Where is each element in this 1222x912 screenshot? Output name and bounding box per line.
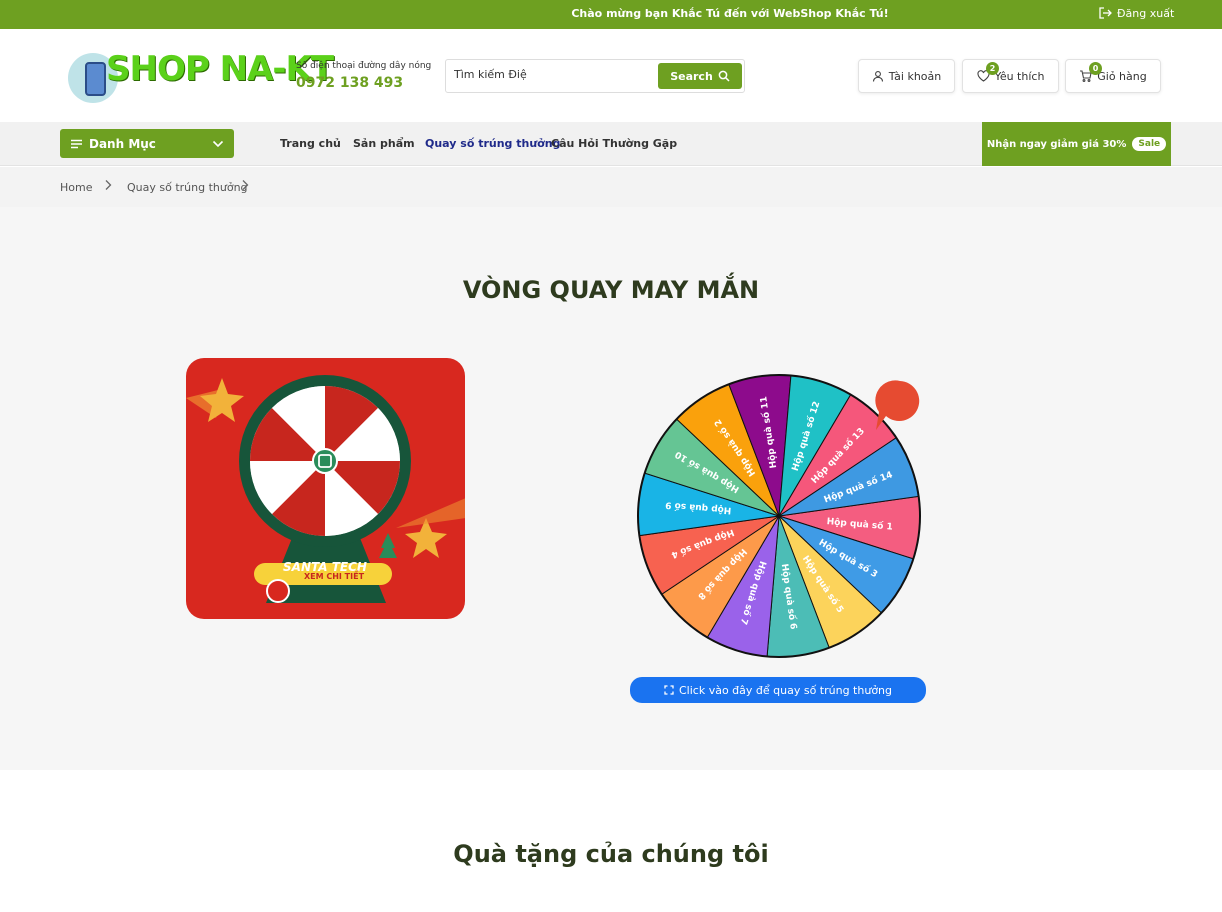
breadcrumb: Home Quay số trúng thưởng <box>0 167 1222 207</box>
cart-label: Giỏ hàng <box>1097 69 1147 83</box>
wishlist-count-badge: 2 <box>986 62 999 75</box>
search-box: Search <box>445 59 745 93</box>
cart-count-badge: 0 <box>1089 62 1102 75</box>
promo-card-illustration: SANTA TECH XEM CHI TIẾT <box>186 375 465 603</box>
welcome-message: Chào mừng bạn Khắc Tú đến với WebShop Kh… <box>571 7 889 20</box>
spin-button-label: Click vào đây để quay số trúng thưởng <box>678 683 893 697</box>
nav-item-lucky-draw[interactable]: Quay số trúng thưởng <box>425 137 560 150</box>
search-button-label: Search <box>670 69 713 83</box>
logo[interactable]: SHOP NA-KT <box>68 49 334 105</box>
logout-icon <box>1099 7 1112 19</box>
chevron-right-icon <box>241 179 249 194</box>
category-dropdown-button[interactable]: Danh Mục <box>60 129 234 158</box>
hotline: Số điện thoại đường dây nóng 0972 138 49… <box>296 61 431 91</box>
nav-item-faq[interactable]: Câu Hỏi Thường Gặp <box>551 137 677 150</box>
section-title: VÒNG QUAY MAY MẮN <box>462 276 760 304</box>
cart-button[interactable]: Giỏ hàng 0 <box>1065 59 1161 93</box>
nav-item-home[interactable]: Trang chủ <box>280 137 341 150</box>
chevron-right-icon <box>104 179 112 194</box>
wishlist-button[interactable]: Yêu thích 2 <box>962 59 1059 93</box>
account-button[interactable]: Tài khoản <box>858 59 955 93</box>
breadcrumb-home[interactable]: Home <box>60 181 92 194</box>
search-input[interactable] <box>454 68 654 81</box>
category-label: Danh Mục <box>89 136 156 151</box>
gifts-title: Quà tặng của chúng tôi <box>453 840 769 868</box>
search-icon <box>718 70 730 82</box>
menu-icon <box>71 139 82 148</box>
spin-button[interactable]: Click vào đây để quay số trúng thưởng <box>630 677 926 703</box>
account-label: Tài khoản <box>888 69 942 83</box>
hotline-label: Số điện thoại đường dây nóng <box>296 61 432 71</box>
logout-label: Đăng xuất <box>1117 6 1175 20</box>
site-header: SHOP NA-KT Số điện thoại đường dây nóng … <box>0 29 1222 122</box>
chevron-down-icon <box>212 140 224 147</box>
main-nav: Danh Mục Trang chủ Sản phẩm Quay số trún… <box>0 122 1222 166</box>
user-icon <box>872 71 883 82</box>
nav-item-products[interactable]: Sản phẩm <box>353 137 415 150</box>
wishlist-label: Yêu thích <box>994 69 1045 83</box>
lucky-wheel-section: VÒNG QUAY MAY MẮN SANTA TECH XEM CHI TIẾ… <box>0 207 1222 770</box>
search-button[interactable]: Search <box>658 63 742 89</box>
logout-link[interactable]: Đăng xuất <box>1098 6 1174 20</box>
sale-badge: Sale <box>1132 137 1167 151</box>
wheel-segments: Hộp quà số 1Hộp quà số 3Hộp quà số 5Hộp … <box>637 374 921 658</box>
lucky-wheel[interactable]: Hộp quà số 1Hộp quà số 3Hộp quà số 5Hộp … <box>636 373 922 659</box>
promo-text: Nhận ngay giảm giá 30% <box>986 138 1127 150</box>
top-bar: Chào mừng bạn Khắc Tú đến với WebShop Kh… <box>0 0 1222 29</box>
hotline-number[interactable]: 0972 138 493 <box>296 75 431 91</box>
promo-card-image[interactable]: SANTA TECH XEM CHI TIẾT <box>186 358 465 619</box>
promo-banner[interactable]: Nhận ngay giảm giá 30% Sale <box>982 122 1171 166</box>
expand-icon <box>664 685 674 695</box>
breadcrumb-current: Quay số trúng thưởng <box>127 181 248 194</box>
